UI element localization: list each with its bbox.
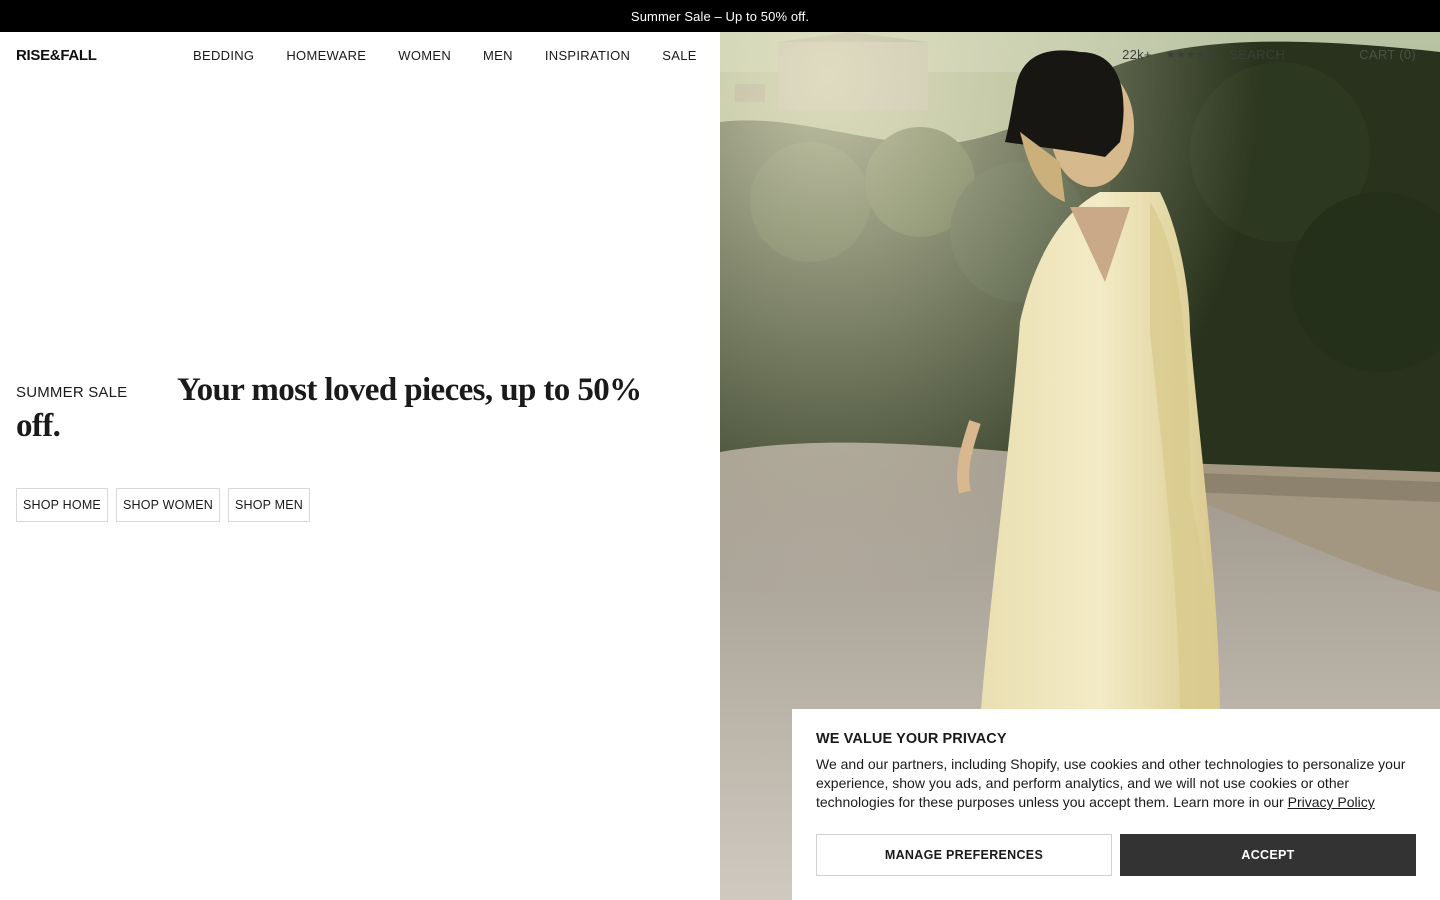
nav-bedding[interactable]: BEDDING	[193, 48, 254, 63]
star-rating-icon: ★★★★★	[1165, 49, 1216, 61]
shop-men-button[interactable]: SHOP MEN	[227, 488, 311, 522]
reviews-count[interactable]: 22k+	[1122, 47, 1152, 62]
cookie-banner: WE VALUE YOUR PRIVACY We and our partner…	[792, 709, 1440, 900]
main-nav: BEDDING HOMEWARE WOMEN MEN INSPIRATION S…	[193, 48, 697, 63]
nav-inspiration[interactable]: INSPIRATION	[545, 48, 630, 63]
hero-headline: Your most loved pieces, up to 50% off.	[16, 372, 642, 444]
search-link[interactable]: SEARCH	[1229, 47, 1285, 62]
shop-home-button[interactable]: SHOP HOME	[16, 488, 108, 522]
nav-women[interactable]: WOMEN	[398, 48, 451, 63]
site-header: RISE&FALL BEDDING HOMEWARE WOMEN MEN INS…	[0, 32, 1440, 80]
announcement-bar: Summer Sale – Up to 50% off.	[0, 0, 1440, 32]
privacy-policy-link[interactable]: Privacy Policy	[1288, 794, 1375, 810]
header-utilities: 22k+ ★★★★★ SEARCH CART (0)	[1122, 47, 1416, 62]
nav-sale[interactable]: SALE	[662, 48, 696, 63]
announcement-text: Summer Sale – Up to 50% off.	[630, 8, 810, 24]
accept-button[interactable]: ACCEPT	[1120, 834, 1416, 876]
logo[interactable]: RISE&FALL	[16, 47, 97, 64]
nav-homeware[interactable]: HOMEWARE	[286, 48, 366, 63]
manage-preferences-button[interactable]: MANAGE PREFERENCES	[816, 834, 1112, 876]
hero-cta-row: SHOP HOME SHOP WOMEN SHOP MEN	[16, 488, 311, 522]
cart-link[interactable]: CART (0)	[1359, 47, 1416, 62]
nav-men[interactable]: MEN	[483, 48, 513, 63]
shop-women-button[interactable]: SHOP WOMEN	[115, 488, 220, 522]
cookie-body: We and our partners, including Shopify, …	[816, 755, 1416, 812]
cookie-title: WE VALUE YOUR PRIVACY	[816, 731, 1007, 747]
cookie-actions: MANAGE PREFERENCES ACCEPT	[816, 834, 1416, 876]
